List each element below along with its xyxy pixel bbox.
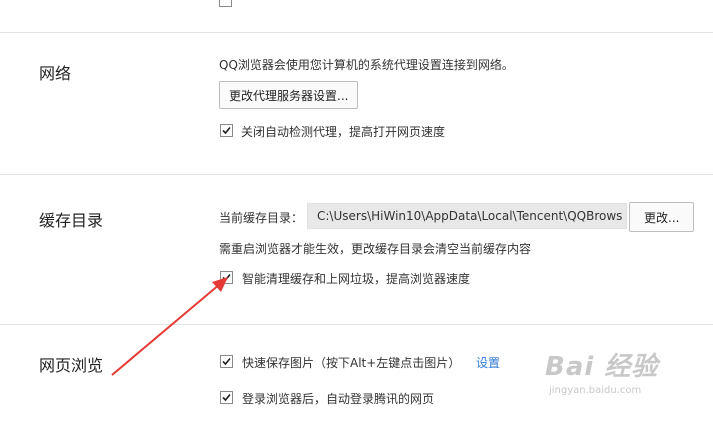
watermark-url: jingyan.baidu.com: [549, 385, 642, 396]
auto-login-label: 登录浏览器后，自动登录腾讯的网页: [242, 392, 435, 406]
annotation-arrow-icon: [111, 277, 228, 376]
section-divider: [0, 32, 713, 33]
auto-detect-proxy-label: 关闭自动检测代理，提高打开网页速度: [241, 125, 446, 139]
watermark-brand: Bai 经验: [545, 352, 659, 382]
section-title-network: 网络: [39, 64, 72, 83]
quick-save-settings-link[interactable]: 设置: [476, 354, 500, 371]
checkmark-icon: [222, 126, 231, 135]
section-title-browsing: 网页浏览: [39, 356, 104, 375]
cache-notice: 需重启浏览器才能生效，更改缓存目录会清空当前缓存内容: [219, 242, 532, 256]
checkmark-icon: [222, 393, 231, 402]
network-description: QQ浏览器会使用您计算机的系统代理设置连接到网络。: [219, 58, 514, 72]
change-proxy-button[interactable]: 更改代理服务器设置...: [219, 81, 359, 109]
auto-login-checkbox[interactable]: [220, 391, 233, 404]
cache-path-field[interactable]: C:\Users\HiWin10\AppData\Local\Tencent\Q…: [307, 203, 627, 229]
section-title-cache: 缓存目录: [39, 211, 104, 230]
section-divider: [0, 174, 713, 175]
baidu-watermark: Bai 经验 jingyan.baidu.com: [545, 346, 658, 396]
quick-save-label: 快速保存图片（按下Alt+左键点击图片）: [242, 356, 461, 370]
change-cache-button[interactable]: 更改...: [629, 202, 695, 232]
smart-clean-label: 智能清理缓存和上网垃圾，提高浏览器速度: [242, 272, 471, 286]
auto-detect-proxy-checkbox[interactable]: [220, 124, 233, 137]
cache-current-label: 当前缓存目录：: [219, 211, 304, 225]
partial-checkbox[interactable]: [219, 0, 232, 7]
